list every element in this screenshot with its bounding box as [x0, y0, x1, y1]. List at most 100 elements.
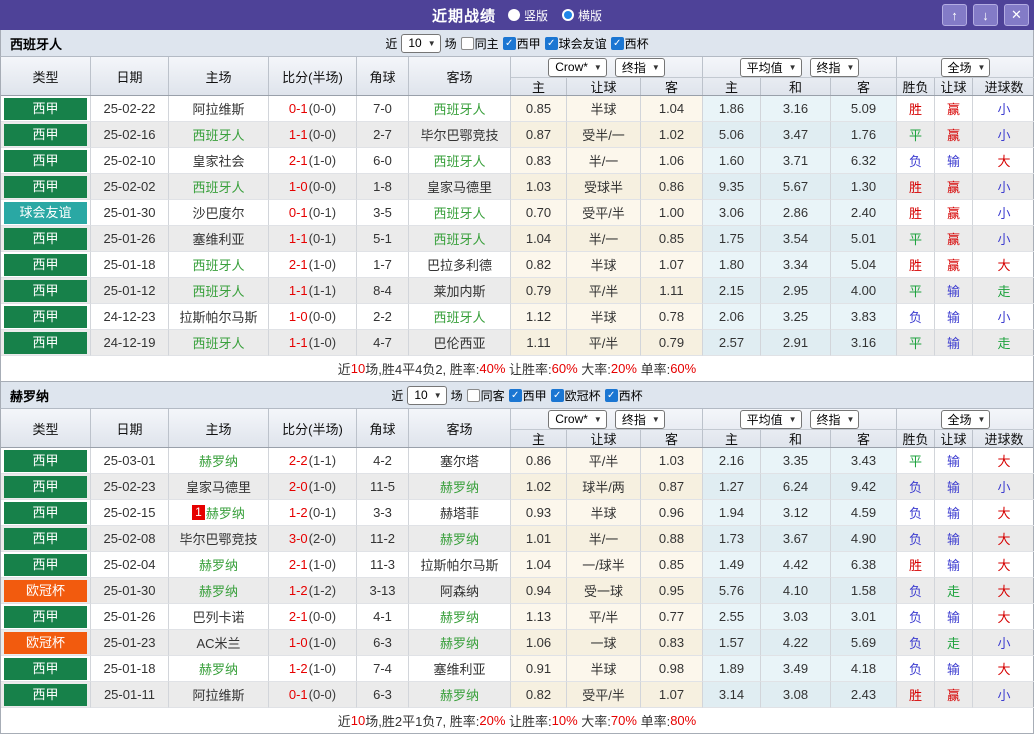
- checkbox-icon[interactable]: ✓: [502, 36, 516, 50]
- handicap-home-odds: 0.85: [511, 96, 567, 122]
- average-stage-select[interactable]: 终指 ▼: [809, 57, 860, 77]
- table-row: 西甲 24-12-23 拉斯帕尔马斯 1-0 (0-0) 2-2 西班牙人 1.1…: [1, 304, 1034, 330]
- subcol-away-odds: 客: [641, 430, 703, 447]
- home-team: 赫罗纳: [169, 448, 269, 474]
- same-venue-checkbox[interactable]: 同主: [460, 35, 499, 52]
- avg-home-odds: 3.06: [703, 200, 761, 226]
- home-team: 西班牙人: [169, 252, 269, 278]
- radio-icon-selected[interactable]: [562, 9, 574, 21]
- result-handicap: 赢: [935, 96, 973, 122]
- league-checkbox[interactable]: ✓ 球会友谊: [544, 35, 607, 52]
- league-checkbox[interactable]: ✓ 西甲: [502, 35, 541, 52]
- checkbox-icon[interactable]: [460, 36, 474, 50]
- league-checkbox[interactable]: ✓ 西杯: [604, 387, 643, 404]
- checkbox-icon[interactable]: ✓: [610, 36, 624, 50]
- result-goals: 大: [973, 578, 1034, 604]
- score: 1-1 (1-1): [269, 278, 357, 304]
- handicap-line: 受平/半: [567, 200, 641, 226]
- chevron-down-icon: ▼: [593, 414, 602, 424]
- avg-home-odds: 2.15: [703, 278, 761, 304]
- checkbox-icon[interactable]: ✓: [544, 36, 558, 50]
- fulltime-select[interactable]: 全场 ▼: [940, 409, 991, 429]
- match-date: 25-02-15: [91, 500, 169, 526]
- match-date: 25-02-22: [91, 96, 169, 122]
- col-home: 主场: [169, 409, 269, 447]
- avg-home-odds: 1.94: [703, 500, 761, 526]
- subcol-avg-away: 客: [831, 78, 897, 95]
- result-winlose: 胜: [897, 200, 935, 226]
- match-date: 24-12-23: [91, 304, 169, 330]
- red-card-badge: 1: [192, 505, 205, 520]
- checkbox-icon[interactable]: [466, 388, 480, 402]
- result-winlose: 胜: [897, 252, 935, 278]
- radio-vertical-layout[interactable]: 竖版: [507, 7, 548, 24]
- average-stage-select[interactable]: 终指 ▼: [809, 409, 860, 429]
- league-badge: 西甲: [4, 657, 87, 680]
- radio-horizontal-layout[interactable]: 横版: [562, 7, 602, 24]
- handicap-home-odds: 0.70: [511, 200, 567, 226]
- avg-away-odds: 1.76: [831, 122, 897, 148]
- fulltime-select[interactable]: 全场 ▼: [940, 57, 991, 77]
- league-checkbox[interactable]: ✓ 欧冠杯: [550, 387, 601, 404]
- home-team: 塞维利亚: [169, 226, 269, 252]
- match-date: 25-01-12: [91, 278, 169, 304]
- handicap-home-odds: 1.13: [511, 604, 567, 630]
- checkbox-icon[interactable]: ✓: [508, 388, 522, 402]
- same-venue-checkbox[interactable]: 同客: [466, 387, 505, 404]
- handicap-away-odds: 0.87: [641, 474, 703, 500]
- away-team: 西班牙人: [409, 304, 511, 330]
- chevron-down-icon: ▼: [846, 62, 855, 72]
- chevron-down-icon: ▼: [788, 414, 797, 424]
- score: 1-0 (1-0): [269, 630, 357, 656]
- widget-title: 近期战绩: [431, 7, 496, 25]
- checkbox-icon[interactable]: ✓: [604, 388, 618, 402]
- avg-home-odds: 2.55: [703, 604, 761, 630]
- bookmaker-select[interactable]: Crow* ▼: [548, 409, 607, 429]
- close-button[interactable]: ✕: [1004, 4, 1029, 26]
- bookmaker-select[interactable]: Crow* ▼: [548, 57, 607, 77]
- away-team: 赫罗纳: [409, 526, 511, 552]
- handicap-away-odds: 1.06: [641, 148, 703, 174]
- away-team: 西班牙人: [409, 200, 511, 226]
- result-handicap: 赢: [935, 200, 973, 226]
- away-team: 赫罗纳: [409, 604, 511, 630]
- away-team: 赫罗纳: [409, 682, 511, 708]
- corner-count: 3-5: [357, 200, 409, 226]
- result-handicap: 赢: [935, 682, 973, 708]
- handicap-home-odds: 1.03: [511, 174, 567, 200]
- average-select[interactable]: 平均值 ▼: [739, 57, 802, 77]
- move-down-button[interactable]: ↓: [973, 4, 998, 26]
- subcol-avg-draw: 和: [761, 430, 831, 447]
- result-handicap: 赢: [935, 174, 973, 200]
- result-handicap: 输: [935, 148, 973, 174]
- chevron-down-icon: ▼: [593, 62, 602, 72]
- subcol-avg-away: 客: [831, 430, 897, 447]
- col-type: 类型: [1, 409, 91, 447]
- move-up-button[interactable]: ↑: [942, 4, 967, 26]
- team-name: 赫罗纳: [10, 388, 50, 404]
- league-checkbox-group: ✓ 西甲 ✓ 球会友谊 ✓ 西杯: [502, 35, 649, 52]
- league-checkbox[interactable]: ✓ 西杯: [610, 35, 649, 52]
- result-winlose: 平: [897, 226, 935, 252]
- avg-draw-odds: 4.42: [761, 552, 831, 578]
- handicap-home-odds: 0.82: [511, 252, 567, 278]
- league-checkbox[interactable]: ✓ 西甲: [508, 387, 547, 404]
- table-row: 西甲 25-01-12 西班牙人 1-1 (1-1) 8-4 莱加内斯 0.79 …: [1, 278, 1034, 304]
- corner-count: 11-5: [357, 474, 409, 500]
- away-team: 毕尔巴鄂竞技: [409, 122, 511, 148]
- odds-stage-select[interactable]: 终指 ▼: [614, 409, 665, 429]
- result-goals: 小: [973, 226, 1034, 252]
- average-select[interactable]: 平均值 ▼: [739, 409, 802, 429]
- avg-away-odds: 6.38: [831, 552, 897, 578]
- near-count-select[interactable]: 10 ▼: [407, 385, 447, 405]
- away-team: 西班牙人: [409, 226, 511, 252]
- match-date: 25-01-23: [91, 630, 169, 656]
- result-goals: 小: [973, 474, 1034, 500]
- result-winlose: 胜: [897, 552, 935, 578]
- odds-stage-select[interactable]: 终指 ▼: [614, 57, 665, 77]
- near-count-select[interactable]: 10 ▼: [401, 33, 441, 53]
- avg-away-odds: 2.43: [831, 682, 897, 708]
- checkbox-icon[interactable]: ✓: [550, 388, 564, 402]
- radio-icon[interactable]: [507, 9, 520, 21]
- avg-draw-odds: 3.12: [761, 500, 831, 526]
